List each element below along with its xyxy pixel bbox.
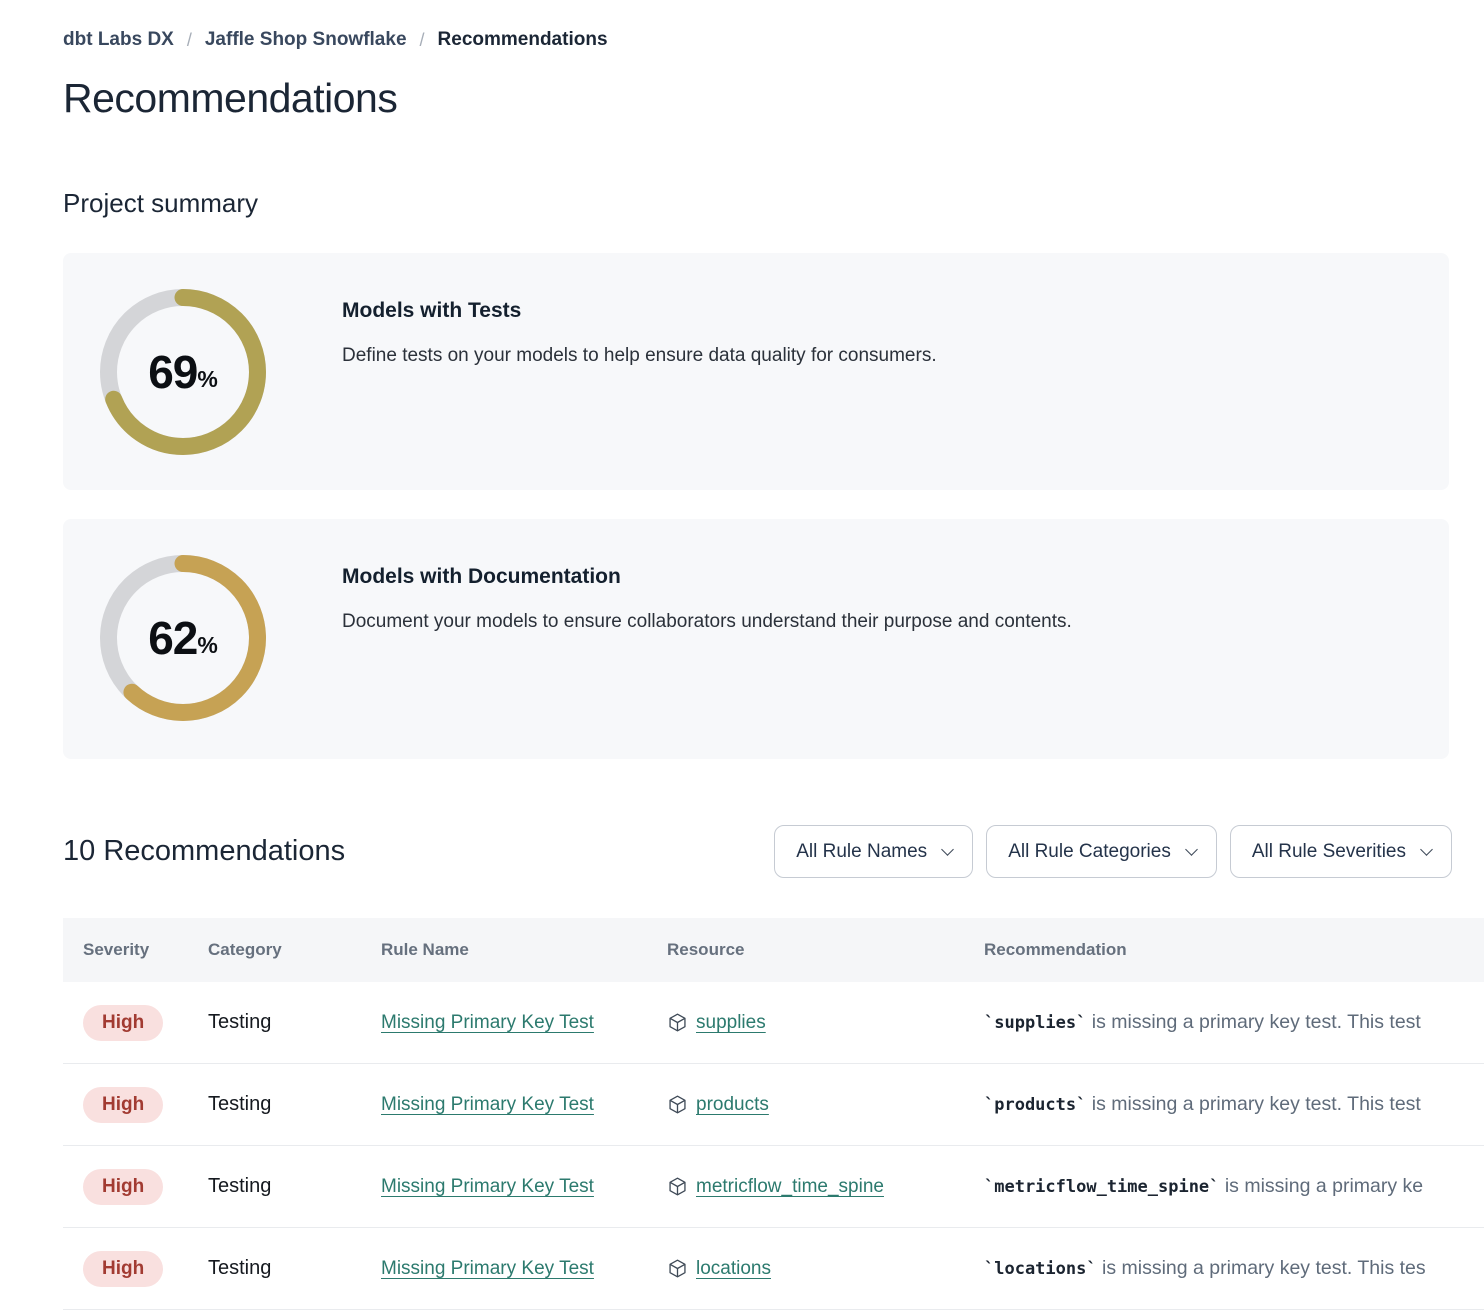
resource-cell: metricflow_time_spine: [667, 1176, 984, 1198]
card-title: Models with Documentation: [342, 565, 1072, 589]
recommendation-text: is missing a primary key test. This test: [1086, 1011, 1420, 1033]
resource-link[interactable]: metricflow_time_spine: [696, 1176, 884, 1198]
percent-value: 62: [148, 611, 197, 665]
recommendation-code: `supplies`: [984, 1013, 1086, 1033]
recommendations-header: 10 Recommendations All Rule Names All Ru…: [63, 825, 1452, 878]
chevron-down-icon: [941, 843, 954, 856]
column-header-category: Category: [208, 940, 381, 960]
recommendation-text: is missing a primary ke: [1219, 1175, 1423, 1197]
resource-cell: supplies: [667, 1012, 984, 1034]
recommendations-table: Severity Category Rule Name Resource Rec…: [63, 918, 1484, 1310]
card-text-block: Models with Documentation Document your …: [266, 519, 1072, 759]
page-title: Recommendations: [63, 75, 1484, 122]
table-row: High Testing Missing Primary Key Test lo…: [63, 1228, 1484, 1310]
chevron-down-icon: [1420, 843, 1433, 856]
rule-name-link[interactable]: Missing Primary Key Test: [381, 1176, 594, 1197]
recommendation-cell: `locations` is missing a primary key tes…: [984, 1257, 1484, 1280]
rule-name-link[interactable]: Missing Primary Key Test: [381, 1258, 594, 1279]
donut-percent: 62 %: [100, 555, 266, 721]
resource-cell: products: [667, 1094, 984, 1116]
recommendation-code: `locations`: [984, 1259, 1097, 1279]
recommendation-code: `metricflow_time_spine`: [984, 1177, 1219, 1197]
model-cube-icon: [667, 1176, 688, 1197]
breadcrumb: dbt Labs DX / Jaffle Shop Snowflake / Re…: [63, 0, 1484, 51]
severity-badge: High: [83, 1005, 163, 1041]
category-cell: Testing: [208, 1175, 381, 1198]
model-cube-icon: [667, 1094, 688, 1115]
table-row: High Testing Missing Primary Key Test su…: [63, 982, 1484, 1064]
chevron-down-icon: [1185, 843, 1198, 856]
column-header-recommendation: Recommendation: [984, 940, 1484, 960]
rule-name-link[interactable]: Missing Primary Key Test: [381, 1094, 594, 1115]
card-text-block: Models with Tests Define tests on your m…: [266, 253, 937, 490]
card-title: Models with Tests: [342, 299, 937, 323]
table-header-row: Severity Category Rule Name Resource Rec…: [63, 918, 1484, 982]
model-cube-icon: [667, 1258, 688, 1279]
card-description: Define tests on your models to help ensu…: [342, 345, 937, 367]
percent-value: 69: [148, 345, 197, 399]
page: dbt Labs DX / Jaffle Shop Snowflake / Re…: [0, 0, 1484, 1310]
column-header-severity: Severity: [83, 940, 208, 960]
severity-badge: High: [83, 1087, 163, 1123]
table-row: High Testing Missing Primary Key Test me…: [63, 1146, 1484, 1228]
model-cube-icon: [667, 1012, 688, 1033]
recommendations-count-title: 10 Recommendations: [63, 835, 345, 868]
donut-percent: 69 %: [100, 289, 266, 455]
filter-label: All Rule Categories: [1008, 841, 1171, 863]
filter-label: All Rule Severities: [1252, 841, 1406, 863]
donut-chart-documentation: 62 %: [100, 555, 266, 721]
percent-sign: %: [197, 632, 217, 659]
resource-link[interactable]: supplies: [696, 1012, 766, 1034]
summary-card-models-with-documentation: 62 % Models with Documentation Document …: [63, 519, 1449, 759]
filters: All Rule Names All Rule Categories All R…: [774, 825, 1452, 878]
breadcrumb-separator: /: [420, 30, 425, 51]
donut-chart-tests: 69 %: [100, 289, 266, 455]
card-description: Document your models to ensure collabora…: [342, 611, 1072, 633]
resource-link[interactable]: locations: [696, 1258, 771, 1280]
recommendation-cell: `products` is missing a primary key test…: [984, 1093, 1484, 1116]
breadcrumb-item-account[interactable]: dbt Labs DX: [63, 29, 174, 51]
table-body: High Testing Missing Primary Key Test su…: [63, 982, 1484, 1310]
table-row: High Testing Missing Primary Key Test pr…: [63, 1064, 1484, 1146]
severity-badge: High: [83, 1169, 163, 1205]
column-header-rule-name: Rule Name: [381, 940, 667, 960]
breadcrumb-item-current: Recommendations: [438, 29, 608, 51]
resource-link[interactable]: products: [696, 1094, 769, 1116]
resource-cell: locations: [667, 1258, 984, 1280]
recommendation-text: is missing a primary key test. This tes: [1097, 1257, 1426, 1279]
filter-label: All Rule Names: [796, 841, 927, 863]
rule-name-link[interactable]: Missing Primary Key Test: [381, 1012, 594, 1033]
recommendation-cell: `metricflow_time_spine` is missing a pri…: [984, 1175, 1484, 1198]
filter-rule-categories-dropdown[interactable]: All Rule Categories: [986, 825, 1217, 878]
column-header-resource: Resource: [667, 940, 984, 960]
recommendation-text: is missing a primary key test. This test: [1086, 1093, 1420, 1115]
filter-rule-names-dropdown[interactable]: All Rule Names: [774, 825, 973, 878]
project-summary-heading: Project summary: [63, 188, 1484, 219]
recommendation-code: `products`: [984, 1095, 1086, 1115]
category-cell: Testing: [208, 1257, 381, 1280]
summary-card-models-with-tests: 69 % Models with Tests Define tests on y…: [63, 253, 1449, 490]
filter-rule-severities-dropdown[interactable]: All Rule Severities: [1230, 825, 1452, 878]
breadcrumb-item-project[interactable]: Jaffle Shop Snowflake: [205, 29, 407, 51]
breadcrumb-separator: /: [187, 30, 192, 51]
category-cell: Testing: [208, 1011, 381, 1034]
severity-badge: High: [83, 1251, 163, 1287]
recommendation-cell: `supplies` is missing a primary key test…: [984, 1011, 1484, 1034]
percent-sign: %: [197, 366, 217, 393]
category-cell: Testing: [208, 1093, 381, 1116]
